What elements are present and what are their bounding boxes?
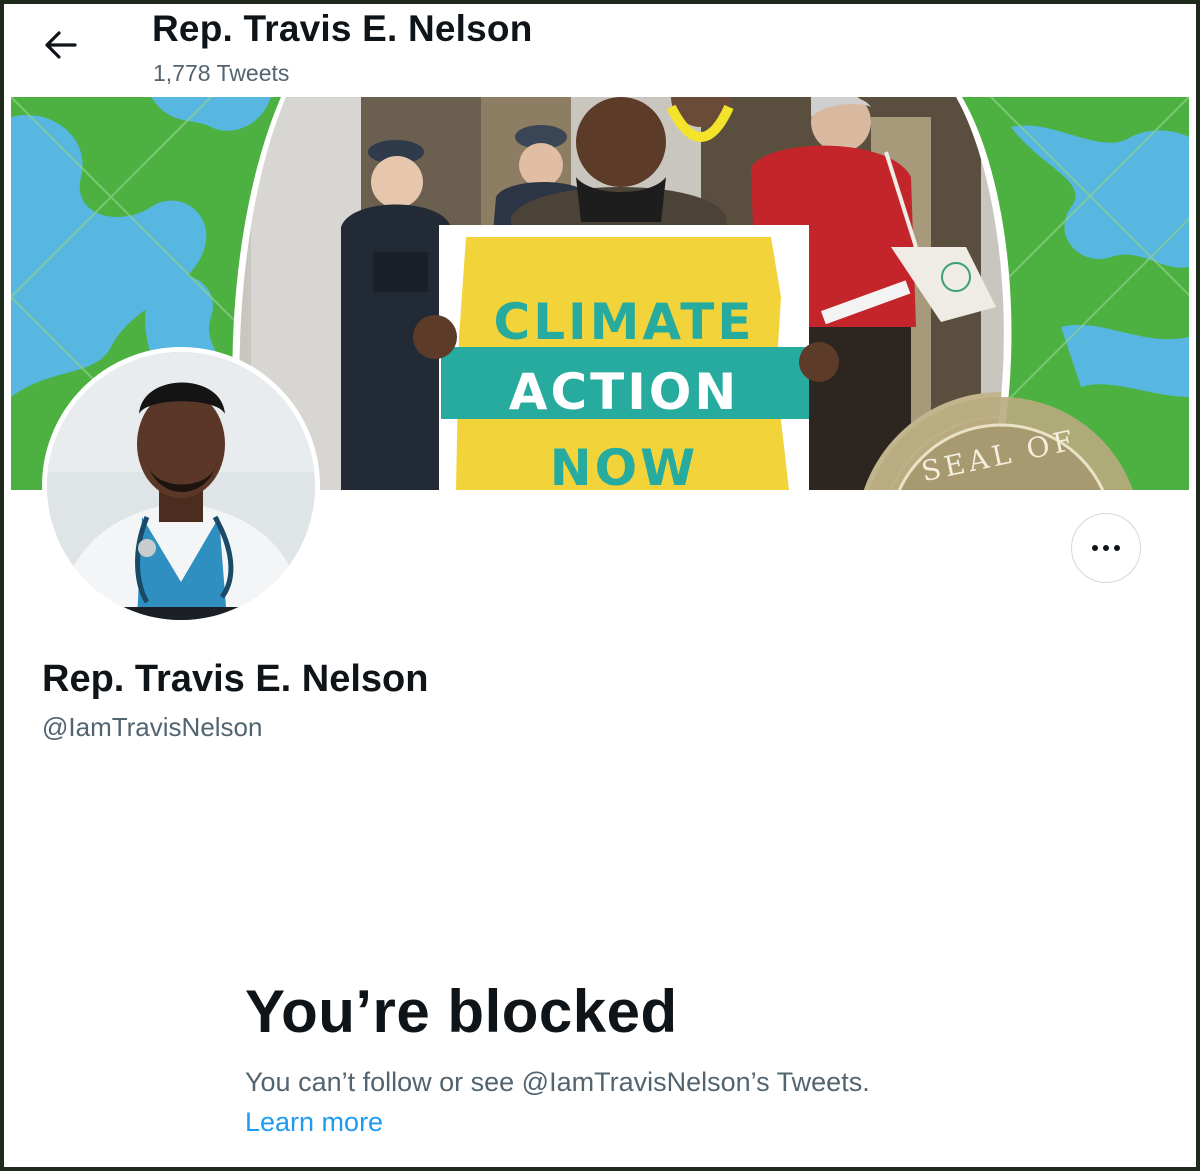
avatar-image (47, 352, 315, 620)
sign-line-2: ACTION (509, 363, 739, 421)
arrow-left-icon (45, 31, 77, 59)
learn-more-link[interactable]: Learn more (245, 1107, 383, 1138)
header-title: Rep. Travis E. Nelson (152, 8, 533, 49)
sign-line-3: NOW (550, 439, 699, 490)
blocked-title: You’re blocked (245, 978, 678, 1045)
avatar[interactable] (42, 347, 320, 625)
blocked-message: You can’t follow or see @IamTravisNelson… (245, 1067, 870, 1097)
profile-handle: @IamTravisNelson (42, 712, 263, 742)
more-horizontal-icon (1092, 545, 1120, 551)
sign-line-1: CLIMATE (494, 293, 755, 351)
back-button[interactable] (34, 22, 86, 68)
page-frame: Rep. Travis E. Nelson 1,778 Tweets CLIMA… (0, 0, 1200, 1171)
tweet-count: 1,778 Tweets (153, 60, 290, 86)
more-options-button[interactable] (1071, 513, 1141, 583)
profile-name: Rep. Travis E. Nelson (42, 658, 429, 700)
